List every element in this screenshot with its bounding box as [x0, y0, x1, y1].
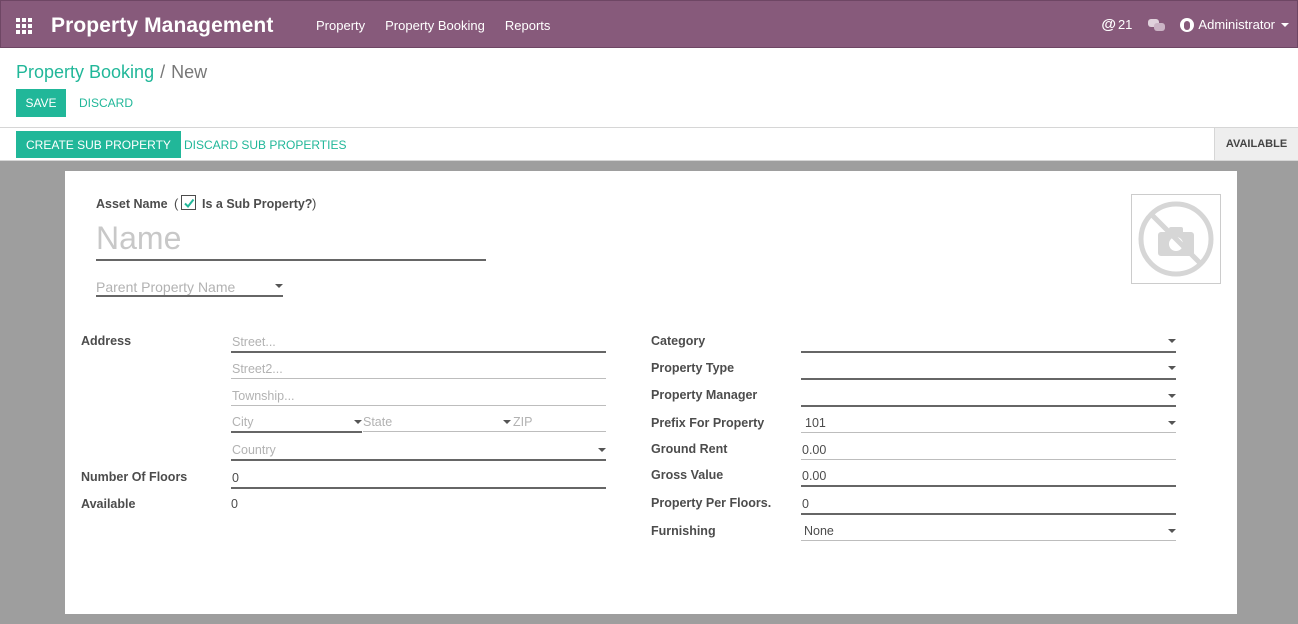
main-menu: Property Property Booking Reports: [306, 18, 560, 33]
property-per-floors-input[interactable]: 0: [802, 497, 809, 511]
street-input[interactable]: Street...: [232, 335, 276, 349]
property-manager-dropdown-icon[interactable]: [1168, 394, 1176, 398]
address-label: Address: [81, 334, 132, 348]
country-input[interactable]: Country: [232, 443, 276, 457]
category-dropdown-icon[interactable]: [1168, 339, 1176, 343]
property-manager-input[interactable]: [801, 405, 1176, 407]
breadcrumb-parent[interactable]: Property Booking: [16, 62, 154, 82]
street2-underline: [231, 378, 606, 379]
city-dropdown-icon[interactable]: [354, 420, 362, 424]
asset-name-label: Asset Name: [96, 197, 168, 211]
top-navbar: Property Management Property Property Bo…: [0, 0, 1298, 48]
no-camera-icon: [1138, 201, 1214, 277]
township-input[interactable]: Township...: [232, 389, 295, 403]
chat-icon[interactable]: [1148, 18, 1166, 32]
per-floors-underline: [801, 513, 1176, 515]
city-input[interactable]: City: [232, 415, 254, 429]
property-type-dropdown-icon[interactable]: [1168, 366, 1176, 370]
prefix-underline: [801, 432, 1176, 433]
parent-property-underline: [96, 295, 283, 297]
prefix-dropdown-icon[interactable]: [1168, 421, 1176, 425]
zip-input[interactable]: ZIP: [513, 415, 532, 429]
chevron-down-icon: [1281, 22, 1289, 27]
prefix-label: Prefix For Property: [651, 416, 765, 430]
create-sub-property-button[interactable]: CREATE SUB PROPERTY: [16, 131, 181, 158]
number-of-floors-label: Number Of Floors: [81, 470, 188, 484]
user-name: Administrator: [1198, 17, 1275, 32]
menu-item-property-booking[interactable]: Property Booking: [375, 18, 495, 33]
breadcrumb-current: New: [171, 62, 208, 82]
is-sub-property-checkbox[interactable]: [181, 195, 196, 210]
mentions-button[interactable]: @ 21: [1101, 16, 1132, 33]
gross-value-underline: [801, 485, 1176, 487]
floors-underline: [231, 487, 606, 489]
number-of-floors-input[interactable]: 0: [232, 471, 239, 485]
furnishing-select[interactable]: None: [804, 524, 834, 538]
apps-grid-icon[interactable]: [16, 18, 32, 34]
available-value: 0: [231, 497, 238, 511]
furnishing-label: Furnishing: [651, 524, 716, 538]
discard-sub-properties-button[interactable]: DISCARD SUB PROPERTIES: [178, 131, 352, 158]
paren-open: (: [174, 196, 179, 211]
ground-rent-input[interactable]: 0.00: [802, 443, 826, 457]
is-sub-property-label: Is a Sub Property?: [202, 197, 313, 211]
parent-property-input[interactable]: Parent Property Name: [96, 279, 235, 295]
save-button[interactable]: SAVE: [16, 89, 66, 117]
at-icon: @: [1101, 16, 1116, 33]
category-input[interactable]: [801, 351, 1176, 353]
prefix-input[interactable]: 101: [805, 416, 826, 430]
furnishing-underline: [801, 540, 1176, 541]
street2-input[interactable]: Street2...: [232, 362, 283, 376]
ground-rent-underline: [801, 459, 1176, 460]
app-brand: Property Management: [51, 14, 274, 37]
breadcrumb-separator: /: [160, 62, 166, 82]
status-bar: CREATE SUB PROPERTY DISCARD SUB PROPERTI…: [0, 127, 1298, 161]
country-underline: [231, 459, 606, 461]
property-type-label: Property Type: [651, 361, 735, 375]
user-menu[interactable]: Administrator: [1180, 17, 1289, 32]
parent-property-dropdown-icon[interactable]: [275, 284, 283, 288]
category-label: Category: [651, 334, 706, 348]
mention-count: 21: [1117, 17, 1133, 32]
status-available[interactable]: AVAILABLE: [1214, 128, 1298, 160]
user-avatar-icon: [1180, 17, 1195, 32]
furnishing-dropdown-icon[interactable]: [1168, 529, 1176, 533]
gross-value-label: Gross Value: [651, 468, 724, 482]
available-label: Available: [81, 497, 136, 511]
property-type-input[interactable]: [801, 378, 1176, 380]
navbar-right: @ 21 Administrator: [1101, 16, 1289, 33]
property-manager-label: Property Manager: [651, 388, 758, 402]
ground-rent-label: Ground Rent: [651, 442, 728, 456]
state-input[interactable]: State: [363, 415, 392, 429]
gross-value-input[interactable]: 0.00: [802, 469, 826, 483]
state-dropdown-icon[interactable]: [503, 420, 511, 424]
menu-item-reports[interactable]: Reports: [495, 18, 561, 33]
discard-button[interactable]: DISCARD: [72, 89, 140, 117]
township-underline: [231, 405, 606, 406]
property-image-placeholder[interactable]: [1131, 194, 1221, 284]
city-underline: [231, 431, 362, 433]
state-zip-underline: [363, 431, 606, 432]
country-dropdown-icon[interactable]: [598, 448, 606, 452]
property-per-floors-label: Property Per Floors.: [651, 496, 772, 510]
breadcrumb: Property Booking / New: [16, 62, 207, 83]
paren-close: ): [312, 196, 317, 211]
name-input[interactable]: [96, 217, 486, 261]
menu-item-property[interactable]: Property: [306, 18, 375, 33]
street-underline: [231, 351, 606, 353]
checkmark-icon: [184, 198, 195, 209]
